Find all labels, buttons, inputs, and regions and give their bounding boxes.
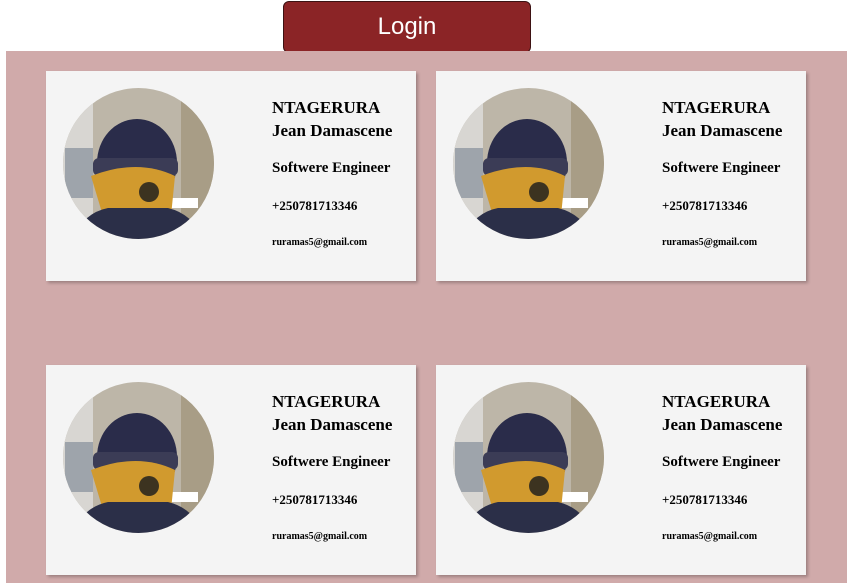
profile-card: NTAGERURA Jean Damascene Softwere Engine… [436,71,806,281]
profile-role: Softwere Engineer [272,454,391,470]
profile-last-name: Jean Damascene [662,121,783,140]
profile-first-name: NTAGERURA [662,392,771,411]
profile-email: ruramas5@gmail.com [662,237,758,248]
profile-last-name: Jean Damascene [272,121,393,140]
profile-card: NTAGERURA Jean Damascene Softwere Engine… [46,71,416,281]
profile-info: NTAGERURA Jean Damascene Softwere Engine… [662,96,806,249]
login-button-container: Login [283,1,531,53]
profile-phone: +250781713346 [272,198,358,213]
profile-phone: +250781713346 [662,198,748,213]
profile-phone: +250781713346 [272,492,358,507]
profile-info: NTAGERURA Jean Damascene Softwere Engine… [272,390,416,543]
cards-board: NTAGERURA Jean Damascene Softwere Engine… [6,51,847,583]
profile-photo [63,382,214,533]
profile-first-name: NTAGERURA [662,98,771,117]
profile-email: ruramas5@gmail.com [272,531,368,542]
profile-phone: +250781713346 [662,492,748,507]
profile-photo [453,88,604,239]
profile-last-name: Jean Damascene [662,415,783,434]
profile-card: NTAGERURA Jean Damascene Softwere Engine… [46,365,416,575]
profile-role: Softwere Engineer [662,160,781,176]
profile-info: NTAGERURA Jean Damascene Softwere Engine… [662,390,806,543]
profile-role: Softwere Engineer [272,160,391,176]
login-button[interactable]: Login [283,1,531,53]
profile-info: NTAGERURA Jean Damascene Softwere Engine… [272,96,416,249]
profile-role: Softwere Engineer [662,454,781,470]
profile-card: NTAGERURA Jean Damascene Softwere Engine… [436,365,806,575]
profile-last-name: Jean Damascene [272,415,393,434]
profile-photo [63,88,214,239]
profile-first-name: NTAGERURA [272,392,381,411]
profile-email: ruramas5@gmail.com [272,237,368,248]
profile-first-name: NTAGERURA [272,98,381,117]
profile-email: ruramas5@gmail.com [662,531,758,542]
profile-photo [453,382,604,533]
